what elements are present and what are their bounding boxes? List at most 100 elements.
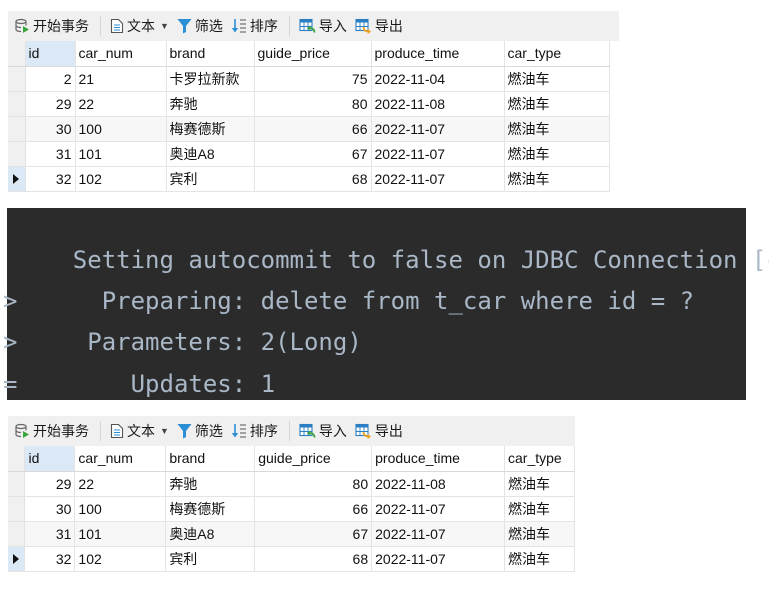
- cell-produce-time[interactable]: 2022-11-07: [371, 141, 505, 167]
- import-button[interactable]: 导入: [299, 421, 347, 441]
- cell-id[interactable]: 30: [24, 496, 76, 522]
- column-header-guide-price[interactable]: guide_price: [254, 446, 373, 472]
- cell-car-type[interactable]: 燃油车: [504, 471, 575, 497]
- table-row[interactable]: 32 102 宾利 68 2022-11-07 燃油车: [8, 166, 610, 192]
- cell-guide-price[interactable]: 66: [254, 496, 373, 522]
- cell-guide-price[interactable]: 80: [254, 471, 373, 497]
- cell-car-num[interactable]: 100: [74, 496, 167, 522]
- cell-car-type[interactable]: 燃油车: [504, 166, 610, 192]
- cell-brand[interactable]: 宾利: [165, 546, 256, 572]
- cell-produce-time[interactable]: 2022-11-04: [371, 66, 505, 92]
- cell-guide-price[interactable]: 66: [254, 116, 372, 142]
- cell-produce-time[interactable]: 2022-11-07: [371, 521, 505, 547]
- column-header-car-num[interactable]: car_num: [75, 41, 167, 67]
- cell-car-num[interactable]: 22: [75, 91, 167, 117]
- cell-car-num[interactable]: 101: [75, 141, 167, 167]
- table-row[interactable]: 30 100 梅赛德斯 66 2022-11-07 燃油车: [8, 116, 610, 142]
- cell-car-type[interactable]: 燃油车: [504, 141, 610, 167]
- cell-guide-price[interactable]: 68: [254, 166, 372, 192]
- cell-brand[interactable]: 奥迪A8: [166, 141, 255, 167]
- column-header-brand[interactable]: brand: [166, 41, 255, 67]
- column-header-brand[interactable]: brand: [165, 446, 256, 472]
- cell-produce-time[interactable]: 2022-11-08: [371, 91, 505, 117]
- cell-guide-price[interactable]: 67: [254, 141, 372, 167]
- export-button[interactable]: 导出: [355, 16, 403, 36]
- cell-guide-price[interactable]: 75: [254, 66, 372, 92]
- begin-transaction-button[interactable]: 开始事务: [14, 421, 89, 441]
- cell-produce-time[interactable]: 2022-11-07: [371, 166, 505, 192]
- column-header-id[interactable]: id: [25, 41, 76, 67]
- cell-produce-time[interactable]: 2022-11-07: [371, 546, 505, 572]
- cell-car-type[interactable]: 燃油车: [504, 546, 575, 572]
- filter-button[interactable]: 筛选: [177, 421, 223, 441]
- row-indicator[interactable]: [8, 166, 26, 192]
- table-row[interactable]: 29 22 奔驰 80 2022-11-08 燃油车: [8, 91, 610, 117]
- cell-guide-price[interactable]: 80: [254, 91, 372, 117]
- row-indicator[interactable]: [8, 91, 26, 117]
- cell-car-num[interactable]: 100: [75, 116, 167, 142]
- sort-button[interactable]: 排序: [231, 421, 278, 441]
- column-header-car-type[interactable]: car_type: [504, 446, 575, 472]
- sort-label: 排序: [249, 18, 278, 34]
- text-view-button[interactable]: 文本 ▼: [110, 16, 169, 36]
- cell-id[interactable]: 32: [25, 166, 76, 192]
- sort-button[interactable]: 排序: [231, 16, 278, 36]
- cell-car-type[interactable]: 燃油车: [504, 66, 610, 92]
- cell-car-num[interactable]: 102: [74, 546, 167, 572]
- begin-transaction-button[interactable]: 开始事务: [14, 16, 89, 36]
- cell-guide-price[interactable]: 68: [254, 546, 373, 572]
- table-row[interactable]: 31 101 奥迪A8 67 2022-11-07 燃油车: [8, 141, 610, 167]
- text-view-button[interactable]: 文本 ▼: [110, 421, 169, 441]
- column-header-id[interactable]: id: [24, 446, 76, 472]
- import-button[interactable]: 导入: [299, 16, 347, 36]
- cell-id[interactable]: 29: [24, 471, 76, 497]
- cell-brand[interactable]: 梅赛德斯: [165, 496, 256, 522]
- cell-car-type[interactable]: 燃油车: [504, 116, 610, 142]
- filter-button[interactable]: 筛选: [177, 16, 223, 36]
- table-row[interactable]: 30 100 梅赛德斯 66 2022-11-07 燃油车: [8, 496, 575, 522]
- cell-car-num[interactable]: 21: [75, 66, 167, 92]
- cell-brand[interactable]: 奔驰: [166, 91, 255, 117]
- cell-brand[interactable]: 奥迪A8: [165, 521, 256, 547]
- cell-car-num[interactable]: 102: [75, 166, 167, 192]
- export-button[interactable]: 导出: [355, 421, 403, 441]
- cell-car-num[interactable]: 101: [74, 521, 167, 547]
- table-row[interactable]: 31 101 奥迪A8 67 2022-11-07 燃油车: [8, 521, 575, 547]
- cell-id[interactable]: 32: [24, 546, 76, 572]
- table-row[interactable]: 2 21 卡罗拉新款 75 2022-11-04 燃油车: [8, 66, 610, 92]
- cell-guide-price[interactable]: 67: [254, 521, 373, 547]
- column-header-car-num[interactable]: car_num: [74, 446, 167, 472]
- row-indicator[interactable]: [8, 116, 26, 142]
- column-header-guide-price[interactable]: guide_price: [254, 41, 372, 67]
- cell-id[interactable]: 31: [25, 141, 76, 167]
- result-panel-after: 开始事务 文本 ▼ 筛选 排序 导入 导出 id car_num brand g…: [8, 416, 575, 572]
- column-header-produce-time[interactable]: produce_time: [371, 41, 505, 67]
- cell-brand[interactable]: 卡罗拉新款: [166, 66, 255, 92]
- cell-id[interactable]: 2: [25, 66, 76, 92]
- row-indicator[interactable]: [8, 496, 26, 522]
- cell-produce-time[interactable]: 2022-11-08: [371, 471, 505, 497]
- row-indicator[interactable]: [8, 546, 26, 572]
- cell-brand[interactable]: 宾利: [166, 166, 255, 192]
- row-indicator[interactable]: [8, 471, 26, 497]
- cell-car-type[interactable]: 燃油车: [504, 91, 610, 117]
- cell-car-num[interactable]: 22: [74, 471, 167, 497]
- column-header-car-type[interactable]: car_type: [504, 41, 610, 67]
- chevron-down-icon[interactable]: ▼: [160, 21, 169, 31]
- table-row[interactable]: 32 102 宾利 68 2022-11-07 燃油车: [8, 546, 575, 572]
- row-indicator[interactable]: [8, 66, 26, 92]
- column-header-produce-time[interactable]: produce_time: [371, 446, 505, 472]
- cell-brand[interactable]: 梅赛德斯: [166, 116, 255, 142]
- cell-car-type[interactable]: 燃油车: [504, 521, 575, 547]
- table-row[interactable]: 29 22 奔驰 80 2022-11-08 燃油车: [8, 471, 575, 497]
- cell-produce-time[interactable]: 2022-11-07: [371, 496, 505, 522]
- cell-id[interactable]: 29: [25, 91, 76, 117]
- cell-brand[interactable]: 奔驰: [165, 471, 256, 497]
- cell-id[interactable]: 30: [25, 116, 76, 142]
- cell-car-type[interactable]: 燃油车: [504, 496, 575, 522]
- chevron-down-icon[interactable]: ▼: [160, 426, 169, 436]
- row-indicator[interactable]: [8, 521, 26, 547]
- cell-id[interactable]: 31: [24, 521, 76, 547]
- row-indicator[interactable]: [8, 141, 26, 167]
- cell-produce-time[interactable]: 2022-11-07: [371, 116, 505, 142]
